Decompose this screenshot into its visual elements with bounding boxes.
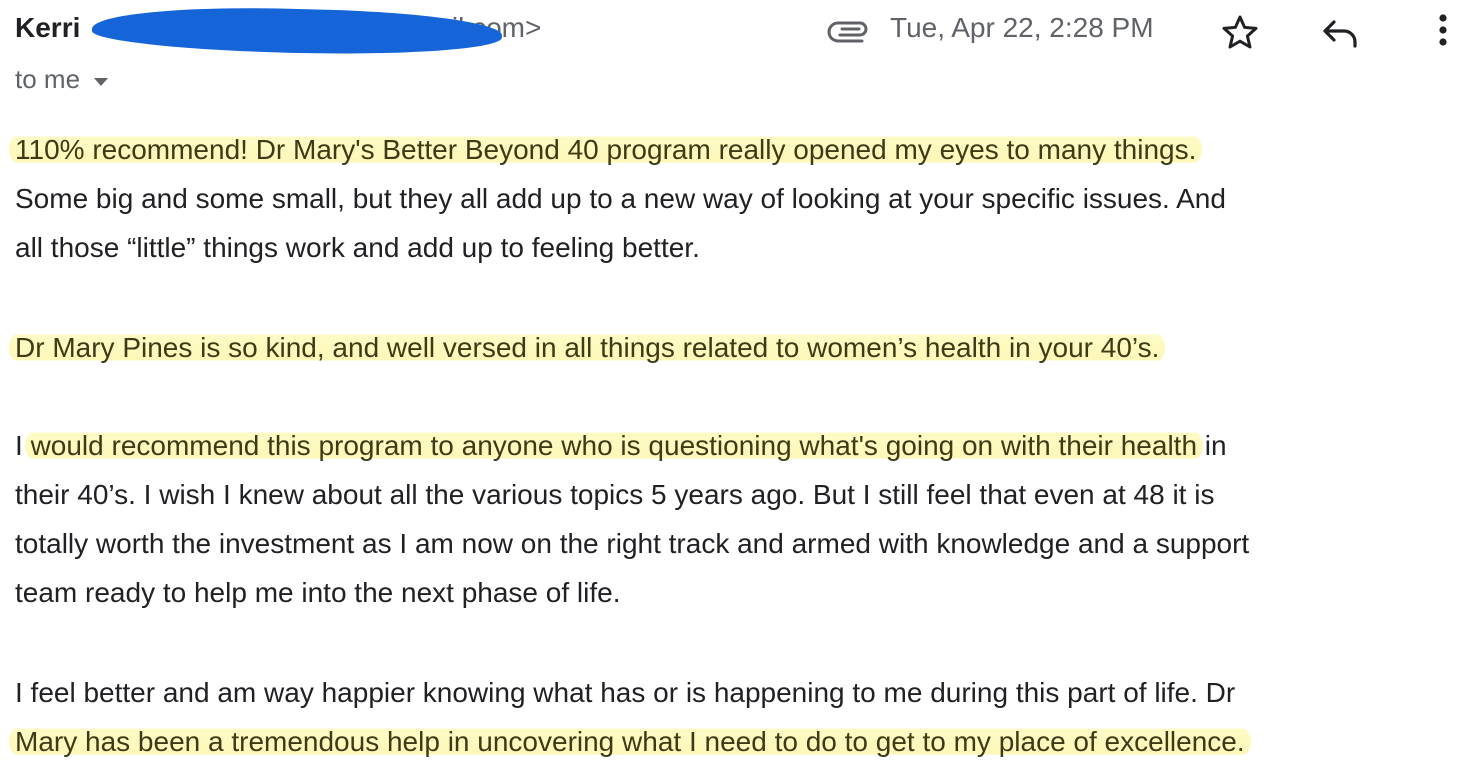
text-line: Some big and some small, but they all ad…	[15, 183, 1226, 214]
message-paragraph-3: I would recommend this program to anyone…	[15, 421, 1470, 617]
email-date: Tue, Apr 22, 2:28 PM	[890, 12, 1154, 43]
reply-icon[interactable]	[1320, 14, 1360, 50]
email-header: Kerri s@gmail.com> Tue, Apr 22, 2:28 PM	[0, 0, 1475, 60]
text-line: team ready to help me into the next phas…	[15, 577, 621, 608]
highlighted-text: 110% recommend! Dr Mary's Better Beyond …	[9, 134, 1203, 165]
text-fragment: I	[15, 430, 23, 461]
message-paragraph-4: I feel better and am way happier knowing…	[9, 668, 1470, 766]
text-line: their 40’s. I wish I knew about all the …	[15, 479, 1215, 510]
recipient-details-toggle[interactable]: to me	[15, 64, 109, 95]
message-paragraph-2: Dr Mary Pines is so kind, and well verse…	[9, 323, 1470, 372]
text-line: totally worth the investment as I am now…	[15, 528, 1250, 559]
star-icon[interactable]	[1221, 14, 1259, 50]
paperclip-icon[interactable]	[826, 14, 872, 44]
highlighted-text: would recommend this program to anyone w…	[24, 430, 1204, 461]
highlighted-text: Mary has been a tremendous help in uncov…	[9, 726, 1251, 757]
text-line: all those “little” things work and add u…	[15, 232, 700, 263]
highlighted-text: Dr Mary Pines is so kind, and well verse…	[9, 332, 1166, 363]
text-fragment: in	[1197, 430, 1227, 461]
recipient-label: to me	[15, 64, 81, 94]
more-vert-icon[interactable]	[1428, 10, 1458, 50]
text-line: I feel better and am way happier knowing…	[15, 677, 1236, 708]
sender-name[interactable]: Kerri	[15, 12, 80, 44]
caret-down-icon[interactable]	[94, 77, 109, 86]
message-paragraph-1: 110% recommend! Dr Mary's Better Beyond …	[9, 125, 1470, 272]
